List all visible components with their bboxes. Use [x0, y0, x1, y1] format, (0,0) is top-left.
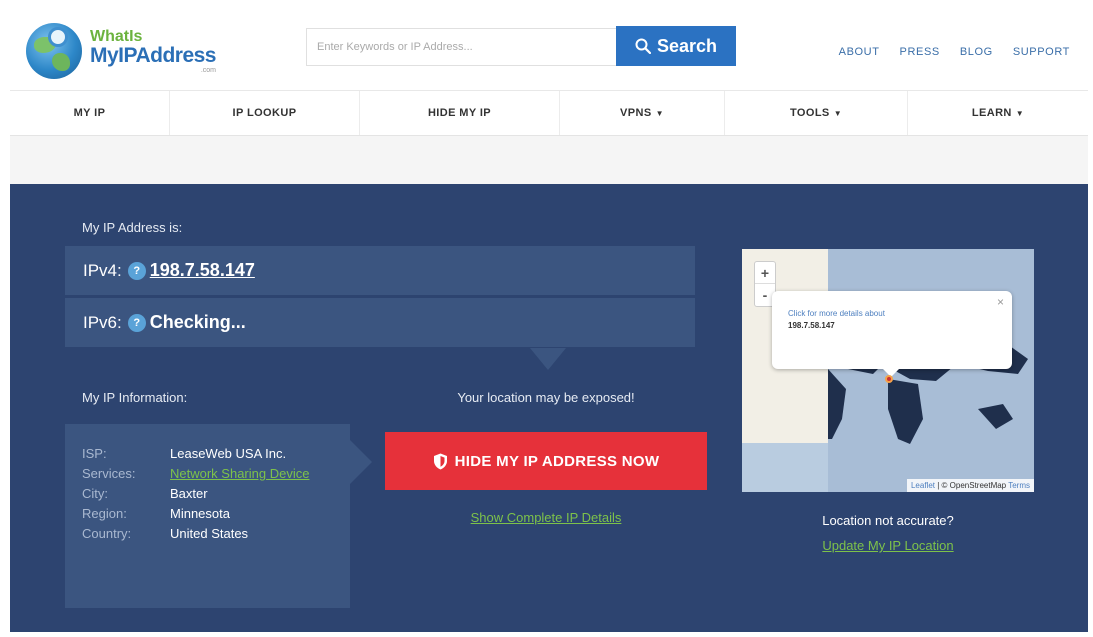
- info-row-services: Services: Network Sharing Device: [82, 464, 350, 484]
- nav-item-hide-my-ip[interactable]: HIDE MY IP: [360, 91, 560, 135]
- terms-link[interactable]: Terms: [1008, 481, 1030, 490]
- site-logo[interactable]: WhatIs MyIPAddress .com: [26, 22, 226, 80]
- logo-line-1: WhatIs: [90, 27, 143, 45]
- location-question: Location not accurate?: [822, 513, 954, 528]
- help-icon[interactable]: ?: [127, 313, 146, 332]
- exposed-warning: Your location may be exposed!: [457, 390, 635, 405]
- nav-item-vpns[interactable]: VPNS ▼: [560, 91, 725, 135]
- info-row-city: City: Baxter: [82, 484, 350, 504]
- ip-information-label: My IP Information:: [82, 390, 188, 405]
- leaflet-link[interactable]: Leaflet: [911, 481, 935, 490]
- world-land-shapes: [828, 329, 1028, 444]
- search-icon: [635, 38, 651, 54]
- services-link[interactable]: Network Sharing Device: [170, 464, 330, 484]
- logo-line-3: .com: [200, 66, 216, 74]
- top-links: ABOUT PRESS BLOG SUPPORT: [839, 46, 1070, 58]
- ipv4-panel: IPv4: ? 198.7.58.147: [65, 246, 695, 295]
- map-popup[interactable]: × Click for more details about 198.7.58.…: [772, 291, 1012, 369]
- ipv4-label: IPv4:: [83, 260, 122, 280]
- ipv6-label: IPv6:: [83, 312, 122, 332]
- hide-my-ip-label: HIDE MY IP ADDRESS NOW: [454, 452, 660, 470]
- info-row-isp: ISP: LeaseWeb USA Inc.: [82, 444, 350, 464]
- globe-icon: [26, 23, 82, 79]
- popup-ip: 198.7.58.147: [788, 321, 835, 330]
- logo-text: WhatIs MyIPAddress .com: [90, 27, 217, 74]
- nav-item-tools[interactable]: TOOLS ▼: [725, 91, 908, 135]
- logo-line-2: MyIPAddress: [90, 43, 217, 67]
- nav-item-my-ip[interactable]: MY IP: [10, 91, 170, 135]
- nav-item-ip-lookup[interactable]: IP LOOKUP: [170, 91, 360, 135]
- ipv6-value: Checking...: [149, 312, 246, 332]
- caret-down-icon: ▼: [655, 108, 664, 118]
- isp-value: LeaseWeb USA Inc.: [170, 446, 287, 461]
- map-marker-icon[interactable]: [885, 375, 893, 383]
- top-link-about[interactable]: ABOUT: [839, 46, 880, 58]
- zoom-in-button[interactable]: +: [755, 262, 775, 284]
- map-attribution: Leaflet | © OpenStreetMap Terms: [906, 479, 1034, 492]
- region-value: Minnesota: [170, 506, 230, 521]
- country-value: United States: [170, 526, 249, 541]
- popup-text: Click for more details about: [788, 309, 885, 318]
- hide-my-ip-button[interactable]: HIDE MY IP ADDRESS NOW: [385, 432, 707, 490]
- caret-down-icon: ▼: [833, 108, 843, 118]
- top-link-support[interactable]: SUPPORT: [1013, 46, 1070, 58]
- spacer-band: [10, 136, 1088, 184]
- update-location-link[interactable]: Update My IP Location: [742, 538, 1034, 553]
- close-icon[interactable]: ×: [997, 295, 1004, 309]
- city-value: Baxter: [170, 486, 208, 501]
- top-link-blog[interactable]: BLOG: [960, 46, 993, 58]
- shield-icon: [433, 453, 447, 469]
- main-nav: MY IP IP LOOKUP HIDE MY IP VPNS ▼ TOOLS ▼ …: [10, 90, 1088, 136]
- ip-address-label: My IP Address is:: [82, 220, 183, 235]
- show-complete-details-link[interactable]: Show Complete IP Details: [385, 510, 707, 525]
- ipv6-panel: IPv6: ? Checking...: [65, 298, 695, 347]
- search-input[interactable]: [306, 28, 626, 66]
- help-icon[interactable]: ?: [127, 261, 146, 280]
- info-row-region: Region: Minnesota: [82, 504, 350, 524]
- info-pointer: [350, 440, 372, 484]
- nav-item-learn[interactable]: LEARN ▼: [908, 91, 1088, 135]
- ip-information-box: ISP: LeaseWeb USA Inc. Services: Network…: [65, 424, 350, 608]
- info-row-country: Country: United States: [82, 524, 350, 544]
- ip-info-section: My IP Address is: IPv4: ? 198.7.58.147 I…: [10, 184, 1088, 632]
- panel-pointer: [530, 348, 566, 370]
- site-header: WhatIs MyIPAddress .com Search ABOUT PRE…: [10, 10, 1088, 90]
- top-link-press[interactable]: PRESS: [900, 46, 940, 58]
- ipv4-value[interactable]: 198.7.58.147: [150, 260, 255, 281]
- caret-down-icon: ▼: [1015, 108, 1025, 118]
- search-button[interactable]: Search: [616, 26, 736, 66]
- search-button-label: Search: [656, 35, 718, 56]
- location-map[interactable]: + - × Click for more details about 198.7…: [742, 249, 1034, 492]
